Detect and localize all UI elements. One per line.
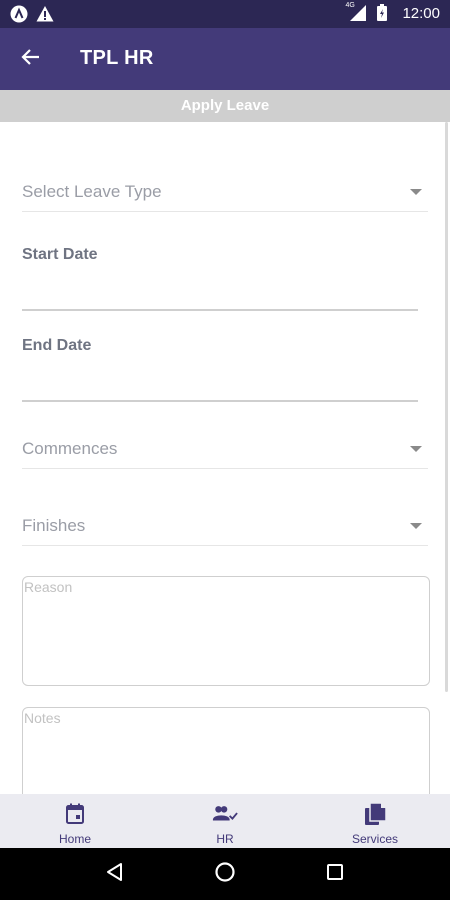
start-date-input[interactable] (22, 280, 418, 308)
status-time: 12:00 (402, 4, 440, 22)
documents-icon (362, 801, 388, 827)
app-bar: TPL HR (0, 28, 450, 90)
battery-icon (376, 4, 394, 22)
notes-input[interactable] (23, 708, 429, 794)
end-date-label: End Date (22, 337, 92, 354)
leave-type-placeholder: Select Leave Type (22, 182, 162, 201)
leave-form: Select Leave Type Start Date End Date Co… (0, 122, 450, 794)
nav-item-home[interactable]: Home (0, 794, 150, 848)
reason-box (22, 576, 430, 686)
system-nav-bar (0, 848, 450, 900)
bottom-nav: Home HR Services (0, 794, 450, 848)
start-date-underline (22, 309, 418, 311)
commences-dropdown[interactable]: Commences (22, 425, 428, 469)
system-back-button[interactable] (95, 854, 135, 894)
end-date-input[interactable] (22, 371, 418, 399)
home-circle-icon (214, 861, 236, 888)
leave-type-dropdown[interactable]: Select Leave Type (22, 168, 428, 212)
finishes-dropdown[interactable]: Finishes (22, 502, 428, 546)
back-button[interactable] (14, 44, 46, 74)
scrollbar[interactable] (445, 122, 448, 692)
notes-box (22, 707, 430, 794)
nav-label-services: Services (351, 832, 398, 846)
chevron-down-icon (410, 523, 422, 529)
page-title: Apply Leave (0, 90, 450, 122)
chevron-down-icon (410, 189, 422, 195)
chevron-down-icon (410, 446, 422, 452)
commences-placeholder: Commences (22, 439, 118, 458)
nav-label-hr: HR (216, 832, 234, 846)
end-date-underline (22, 400, 418, 402)
recents-square-icon (325, 862, 345, 887)
nav-label-home: Home (58, 832, 91, 846)
arrow-left-icon (20, 48, 40, 71)
people-check-icon (212, 801, 238, 827)
reason-input[interactable] (23, 577, 429, 685)
system-recents-button[interactable] (315, 854, 355, 894)
system-home-button[interactable] (205, 854, 245, 894)
app-title: TPL HR (80, 47, 154, 69)
start-date-label: Start Date (22, 246, 98, 263)
nav-item-hr[interactable]: HR (150, 794, 300, 848)
nav-item-services[interactable]: Services (300, 794, 450, 848)
warning-icon (36, 5, 54, 23)
status-bar: 4G 12:00 (0, 0, 450, 28)
finishes-placeholder: Finishes (22, 516, 86, 535)
signal-icon: 4G (345, 2, 368, 22)
back-triangle-icon (105, 862, 125, 887)
app-a-icon (10, 5, 28, 23)
calendar-icon (62, 801, 88, 827)
